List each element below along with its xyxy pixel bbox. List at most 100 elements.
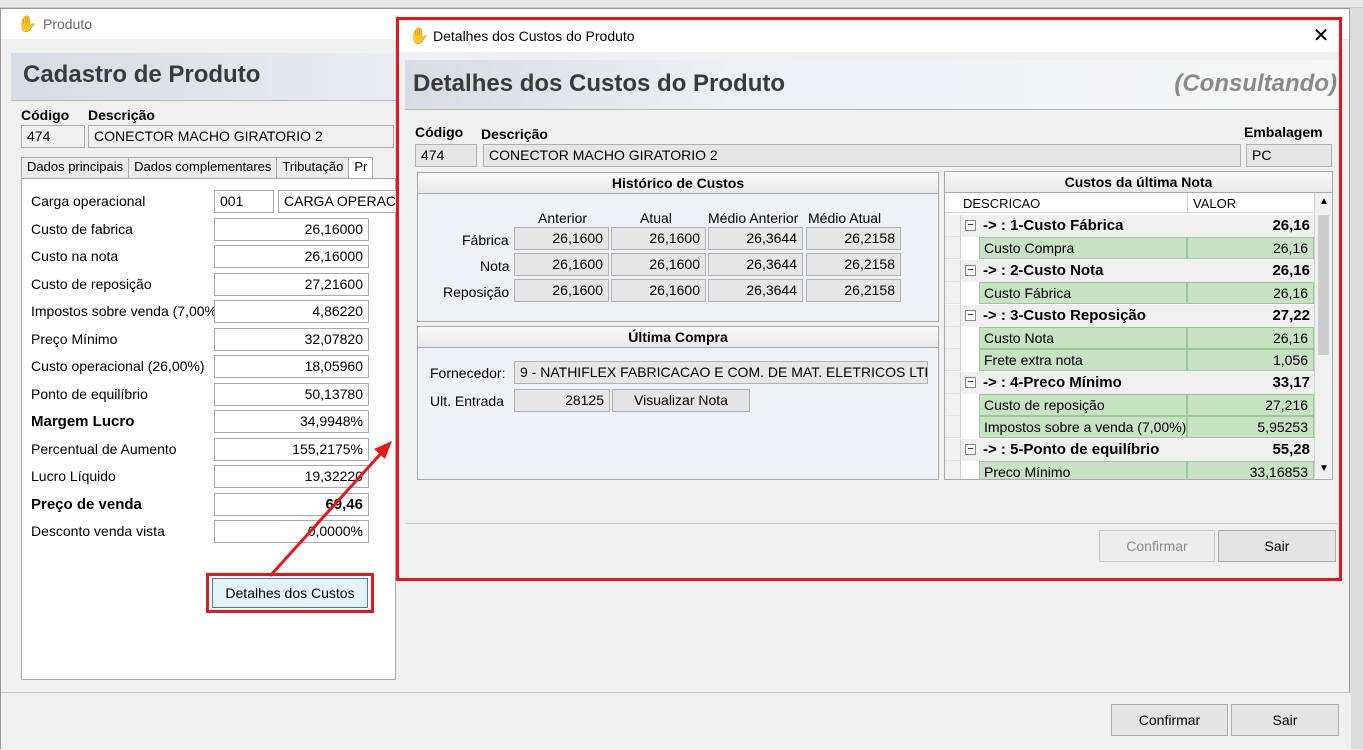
scroll-thumb[interactable]: [1318, 215, 1329, 355]
hist-cell: 26,3644: [708, 253, 803, 276]
det-descricao-field[interactable]: CONECTOR MACHO GIRATORIO 2: [483, 144, 1241, 167]
row-label-reposicao: Reposição: [443, 284, 510, 300]
field-label: Custo na nota: [31, 248, 119, 264]
det-codigo-field[interactable]: 474: [415, 144, 477, 167]
col-anterior: Anterior: [538, 210, 588, 226]
custos-nota-tree: Custos da última Nota DESCRICAO VALOR − …: [944, 171, 1333, 480]
tree-row-parent[interactable]: − -> : 5-Ponto de equilíbrio 55,28: [945, 439, 1315, 461]
ult-entrada-label: Ult. Entrada: [430, 393, 504, 409]
ultima-compra-header: Última Compra: [418, 327, 938, 348]
det-embalagem-label: Embalagem: [1244, 124, 1323, 140]
tab-panel-precos: Carga operacional 001 CARGA OPERACIO Cus…: [21, 178, 398, 680]
visualizar-nota-button[interactable]: Visualizar Nota: [612, 389, 750, 412]
detalhes-window: ✋ Detalhes dos Custos do Produto ✕ Detal…: [396, 17, 1342, 581]
tree-scrollbar[interactable]: ▲ ▼: [1314, 193, 1332, 478]
hist-cell: 26,1600: [514, 253, 609, 276]
tree-row-parent[interactable]: − -> : 3-Custo Reposição 27,22: [945, 305, 1315, 327]
carga-name-field[interactable]: CARGA OPERACIO: [278, 190, 398, 213]
tree-row-child[interactable]: Impostos sobre a venda (7,00%) 5,95253: [945, 416, 1315, 438]
produto-bottom-bar: Confirmar Sair: [1, 692, 1351, 750]
hist-cell: 26,1600: [514, 227, 609, 250]
hist-cell: 26,2158: [806, 227, 901, 250]
collapse-icon[interactable]: −: [965, 444, 976, 455]
hist-cell: 26,3644: [708, 227, 803, 250]
tab-precos[interactable]: Pr: [348, 157, 374, 178]
percentual-aumento-field[interactable]: 155,2175%: [214, 438, 369, 461]
ult-entrada-field[interactable]: 28125: [514, 389, 610, 412]
tree-row-child[interactable]: Custo Compra 26,16: [945, 237, 1315, 259]
produto-window-title: Produto: [43, 16, 93, 32]
tree-row-parent[interactable]: − -> : 2-Custo Nota 26,16: [945, 260, 1315, 282]
hist-cell: 26,1600: [514, 279, 609, 302]
col-medio-atual: Médio Atual: [808, 210, 882, 226]
col-valor[interactable]: VALOR: [1193, 196, 1236, 211]
scroll-up-icon[interactable]: ▲: [1315, 193, 1332, 211]
carga-code-field[interactable]: 001: [214, 190, 274, 213]
preco-minimo-field[interactable]: 32,07820: [214, 328, 369, 351]
app-hand-icon: ✋: [409, 28, 429, 45]
hist-cell: 26,1600: [611, 253, 706, 276]
tree-row-child[interactable]: Custo Nota 26,16: [945, 327, 1315, 349]
tab-dados-principais[interactable]: Dados principais: [21, 157, 130, 178]
margem-lucro-field[interactable]: 34,9948%: [214, 410, 369, 433]
tree-column-header: DESCRICAO VALOR: [945, 193, 1315, 213]
collapse-icon[interactable]: −: [965, 310, 976, 321]
field-label: Desconto venda vista: [31, 523, 165, 539]
hist-cell: 26,3644: [708, 279, 803, 302]
ponto-equilibrio-field[interactable]: 50,13780: [214, 383, 369, 406]
ultima-compra-group: Última Compra Fornecedor: 9 - NATHIFLEX …: [417, 326, 939, 480]
custo-fabrica-field[interactable]: 26,16000: [214, 218, 369, 241]
field-label: Custo de fabrica: [31, 221, 133, 237]
impostos-venda-field[interactable]: 4,86220: [214, 300, 369, 323]
detalhes-window-title: Detalhes dos Custos do Produto: [433, 28, 635, 44]
tree-row-parent[interactable]: − -> : 4-Preco Mínimo 33,17: [945, 372, 1315, 394]
tree-row-child[interactable]: Frete extra nota 1,056: [945, 349, 1315, 371]
close-icon[interactable]: ✕: [1309, 24, 1333, 48]
custo-operacional-field[interactable]: 18,05960: [214, 355, 369, 378]
hist-cell: 26,1600: [611, 279, 706, 302]
hist-cell: 26,2158: [806, 279, 901, 302]
historico-custos-group: Histórico de Custos Anterior Atual Médio…: [417, 172, 939, 322]
det-confirmar-button[interactable]: Confirmar: [1099, 530, 1215, 562]
detalhes-custos-button[interactable]: Detalhes dos Custos: [212, 578, 368, 608]
codigo-label: Código: [21, 107, 70, 123]
desconto-vista-field[interactable]: 0,0000%: [214, 520, 369, 543]
sair-button[interactable]: Sair: [1231, 704, 1339, 736]
field-label: Ponto de equilíbrio: [31, 386, 148, 402]
mode-label: (Consultando): [1174, 70, 1337, 97]
field-label: Impostos sobre venda (7,00%): [31, 303, 222, 319]
custo-nota-field[interactable]: 26,16000: [214, 245, 369, 268]
collapse-icon[interactable]: −: [965, 377, 976, 388]
det-codigo-label: Código: [415, 124, 464, 140]
hist-cell: 26,2158: [806, 253, 901, 276]
col-descricao[interactable]: DESCRICAO: [963, 196, 1040, 211]
collapse-icon[interactable]: −: [965, 265, 976, 276]
tree-row-child[interactable]: Preco Mínimo 33,16853: [945, 461, 1315, 479]
field-label: Lucro Líquido: [31, 468, 116, 484]
tree-row-child[interactable]: Custo Fábrica 26,16: [945, 282, 1315, 304]
det-descricao-label: Descrição: [481, 126, 548, 142]
det-sair-button[interactable]: Sair: [1218, 530, 1336, 562]
tree-row-child[interactable]: Custo de reposição 27,216: [945, 394, 1315, 416]
tab-tributacao[interactable]: Tributação: [276, 157, 350, 178]
collapse-icon[interactable]: −: [965, 220, 976, 231]
tab-dados-complementares[interactable]: Dados complementares: [128, 157, 278, 178]
detalhes-banner: Detalhes dos Custos do Produto (Consulta…: [405, 60, 1339, 110]
codigo-field[interactable]: 474: [21, 125, 85, 148]
det-embalagem-field[interactable]: PC: [1246, 144, 1332, 167]
lucro-liquido-field[interactable]: 19,32220: [214, 465, 369, 488]
field-label: Preço de venda: [31, 496, 142, 513]
scroll-down-icon[interactable]: ▼: [1315, 460, 1332, 478]
field-label: Custo de reposição: [31, 276, 152, 292]
fornecedor-field[interactable]: 9 - NATHIFLEX FABRICACAO E COM. DE MAT. …: [514, 361, 928, 384]
preco-venda-field[interactable]: 69,46: [214, 493, 369, 516]
field-label: Carga operacional: [31, 193, 146, 209]
detalhes-titlebar: ✋ Detalhes dos Custos do Produto ✕: [399, 20, 1339, 52]
confirmar-button[interactable]: Confirmar: [1111, 704, 1228, 736]
page-title: Cadastro de Produto: [23, 61, 261, 88]
field-label: Preço Mínimo: [31, 331, 118, 347]
divider: [405, 523, 1337, 524]
tree-row-parent[interactable]: − -> : 1-Custo Fábrica 26,16: [945, 215, 1315, 237]
custo-reposicao-field[interactable]: 27,21600: [214, 273, 369, 296]
descricao-field[interactable]: CONECTOR MACHO GIRATORIO 2: [88, 125, 394, 148]
